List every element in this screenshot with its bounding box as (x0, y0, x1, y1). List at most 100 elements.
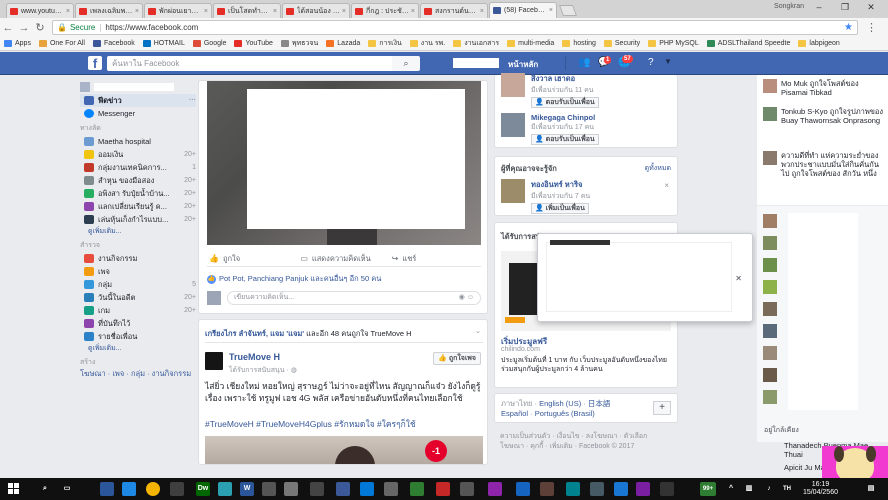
app-icon[interactable] (460, 482, 474, 496)
forward-button[interactable]: → (16, 22, 32, 34)
sidebar-item[interactable]: กลุ่ม 5 (80, 278, 196, 291)
post-video[interactable]: -1 (205, 436, 483, 464)
close-icon[interactable]: × (480, 8, 484, 15)
reload-button[interactable]: ↻ (32, 21, 48, 34)
browser-tab[interactable]: www.youtube.com× (6, 3, 74, 18)
friend-requests-icon[interactable]: 👥 (578, 57, 590, 68)
create-links[interactable]: โฆษณา · เพจ · กลุ่ม · งานกิจกรรม (80, 369, 196, 379)
avatar[interactable] (501, 113, 525, 137)
bookmark-item[interactable]: labpigeon (798, 40, 840, 47)
app-icon[interactable] (636, 482, 650, 496)
sidebar-item[interactable]: เพจ (80, 265, 196, 278)
app-icon[interactable] (384, 482, 398, 496)
like-button[interactable]: 👍 ถูกใจ (207, 253, 298, 265)
see-more-link[interactable]: ดูเพิ่มเติม... (80, 343, 196, 354)
page-avatar[interactable] (205, 352, 223, 370)
bookmark-item[interactable]: YouTube (234, 40, 273, 47)
window-user[interactable]: Songkran (774, 3, 804, 10)
bookmark-item[interactable]: Security (603, 40, 640, 47)
browser-tab[interactable]: เป็นโสดทำไม - บางเพลง× (213, 3, 281, 18)
app-icon[interactable] (488, 482, 502, 496)
comment-input[interactable]: เขียนความคิดเห็น... ◉ ☺ (227, 291, 481, 305)
sidebar-item[interactable]: สำหุน ของมือสอง 20+ (80, 174, 196, 187)
search-input[interactable]: ค้นหาใน Facebook (107, 56, 407, 71)
facebook-logo[interactable]: f (88, 56, 102, 71)
app-icon[interactable] (218, 482, 232, 496)
bookmark-item[interactable]: งาน รพ. (409, 38, 445, 49)
ticker-item[interactable]: Tonkub S-Kyo ถูกใจรูปภาพของ Buay Thaworn… (763, 107, 885, 125)
see-more-link[interactable]: ดูเพิ่มเติม... (80, 226, 196, 237)
profile-link[interactable] (80, 80, 196, 94)
browser-tab[interactable]: กี่กฎ : ประชันเวทีพิเศษ× (351, 3, 419, 18)
close-icon[interactable]: × (664, 181, 669, 190)
avatar[interactable] (501, 179, 525, 203)
close-icon[interactable]: × (135, 8, 139, 15)
bookmark-item[interactable]: งานเอกสาร (453, 38, 499, 49)
bookmark-item[interactable]: multi-media (507, 40, 554, 47)
sidebar-item[interactable]: เล่นหุ้นเก็งกำไรแบบ... 20+ (80, 213, 196, 226)
close-icon[interactable]: × (273, 8, 277, 15)
search-button[interactable]: ⌕ (392, 56, 420, 71)
maximize-button[interactable]: ❐ (832, 2, 858, 13)
add-language-button[interactable]: + (653, 401, 671, 415)
close-icon[interactable]: × (204, 8, 208, 15)
chat-contact[interactable] (763, 258, 781, 272)
add-friend-button[interactable]: 👤 เพิ่มเป็นเพื่อน (531, 203, 589, 214)
network-icon[interactable]: ▥ (742, 482, 756, 496)
account-menu-icon[interactable]: ▼ (664, 57, 672, 66)
ticker-item[interactable]: Mo Muk ถูกใจโพสต์ของ Pisamai Tibkad (763, 79, 885, 97)
notifications-center-icon[interactable]: ▤ (864, 482, 878, 496)
chat-contact[interactable] (763, 324, 781, 338)
like-page-button[interactable]: 👍 ถูกใจเพจ (433, 352, 481, 365)
browser-tab[interactable]: พักผ่อนเยาวชน - EBOOK× (144, 3, 212, 18)
bookmark-item[interactable]: Google (192, 40, 226, 47)
new-tab-button[interactable] (558, 5, 578, 16)
avatar[interactable] (501, 73, 525, 97)
windows-start-icon[interactable] (8, 483, 20, 495)
app-icon[interactable] (590, 482, 604, 496)
browser-tab[interactable]: ได้สอนน้อง กรุงเทพ× (282, 3, 350, 18)
ticker-item[interactable]: ความดีที่ทำ แห่ความระย่ำของพวกประชาแบบมั… (763, 151, 885, 178)
confirm-friend-button[interactable]: 👤 ตอบรับเป็นเพื่อน (531, 134, 599, 145)
help-icon[interactable]: ? (648, 57, 654, 68)
comment-button[interactable]: ▭ แสดงความคิดเห็น (298, 253, 389, 265)
chat-contact[interactable] (763, 280, 781, 294)
sidebar-item[interactable]: ออมเงิน 20+ (80, 148, 196, 161)
bookmark-star-icon[interactable]: ★ (844, 22, 853, 33)
sidebar-item[interactable]: รายชื่อเพื่อน (80, 330, 196, 343)
window-close-button[interactable]: ✕ (858, 2, 884, 13)
bookmark-item[interactable]: Lazada (326, 40, 360, 47)
back-button[interactable]: ← (0, 22, 16, 34)
sidebar-item[interactable]: งานกิจกรรม (80, 252, 196, 265)
profile-name-redacted[interactable] (453, 58, 499, 68)
bookmark-item[interactable]: พุทธวจน (280, 38, 318, 49)
bookmark-item[interactable]: hosting (562, 40, 596, 47)
sidebar-item-messenger[interactable]: Messenger (80, 107, 196, 120)
chat-contact[interactable] (763, 302, 781, 316)
url-text[interactable]: https://www.facebook.com (105, 23, 844, 32)
app-icon[interactable] (284, 482, 298, 496)
reactions-summary[interactable]: 👍 Pot Pot, Panchiang Panjuk และคนอื่นๆ อ… (207, 273, 381, 285)
sidebar-item[interactable]: ที่บันทึกไว้ (80, 317, 196, 330)
more-options-icon[interactable]: ··· (189, 97, 196, 104)
omnibox[interactable]: 🔒 Secure | https://www.facebook.com ★ (52, 20, 858, 35)
sidebar-item[interactable]: กลุ่มงานเทคนิคการ... 1 (80, 161, 196, 174)
sidebar-item[interactable]: Maetha hospital (80, 135, 196, 148)
clock[interactable]: 16:19 15/04/2560 (803, 481, 838, 497)
tray-badge-icon[interactable]: 99+ (700, 482, 716, 496)
search-icon[interactable]: ⌕ (38, 482, 52, 496)
bookmark-item[interactable]: Apps (4, 40, 31, 47)
chat-contact[interactable] (763, 236, 781, 250)
chat-contact[interactable] (763, 368, 781, 382)
app-icon[interactable] (410, 482, 424, 496)
close-icon[interactable]: × (342, 8, 346, 15)
camera-icon[interactable]: ◉ ☺ (459, 292, 474, 304)
app-icon[interactable] (170, 482, 184, 496)
app-icon[interactable] (660, 482, 674, 496)
close-icon[interactable]: × (411, 8, 415, 15)
acrobat-icon[interactable] (436, 482, 450, 496)
browser-menu-icon[interactable]: ⋮ (866, 21, 877, 34)
browser-tab[interactable]: สงกรานต์นครไทย× (420, 3, 488, 18)
footer-links[interactable]: ความเป็นส่วนตัว · เงื่อนไข · ลงโฆษณา · ต… (500, 432, 670, 452)
app-icon[interactable] (262, 482, 276, 496)
